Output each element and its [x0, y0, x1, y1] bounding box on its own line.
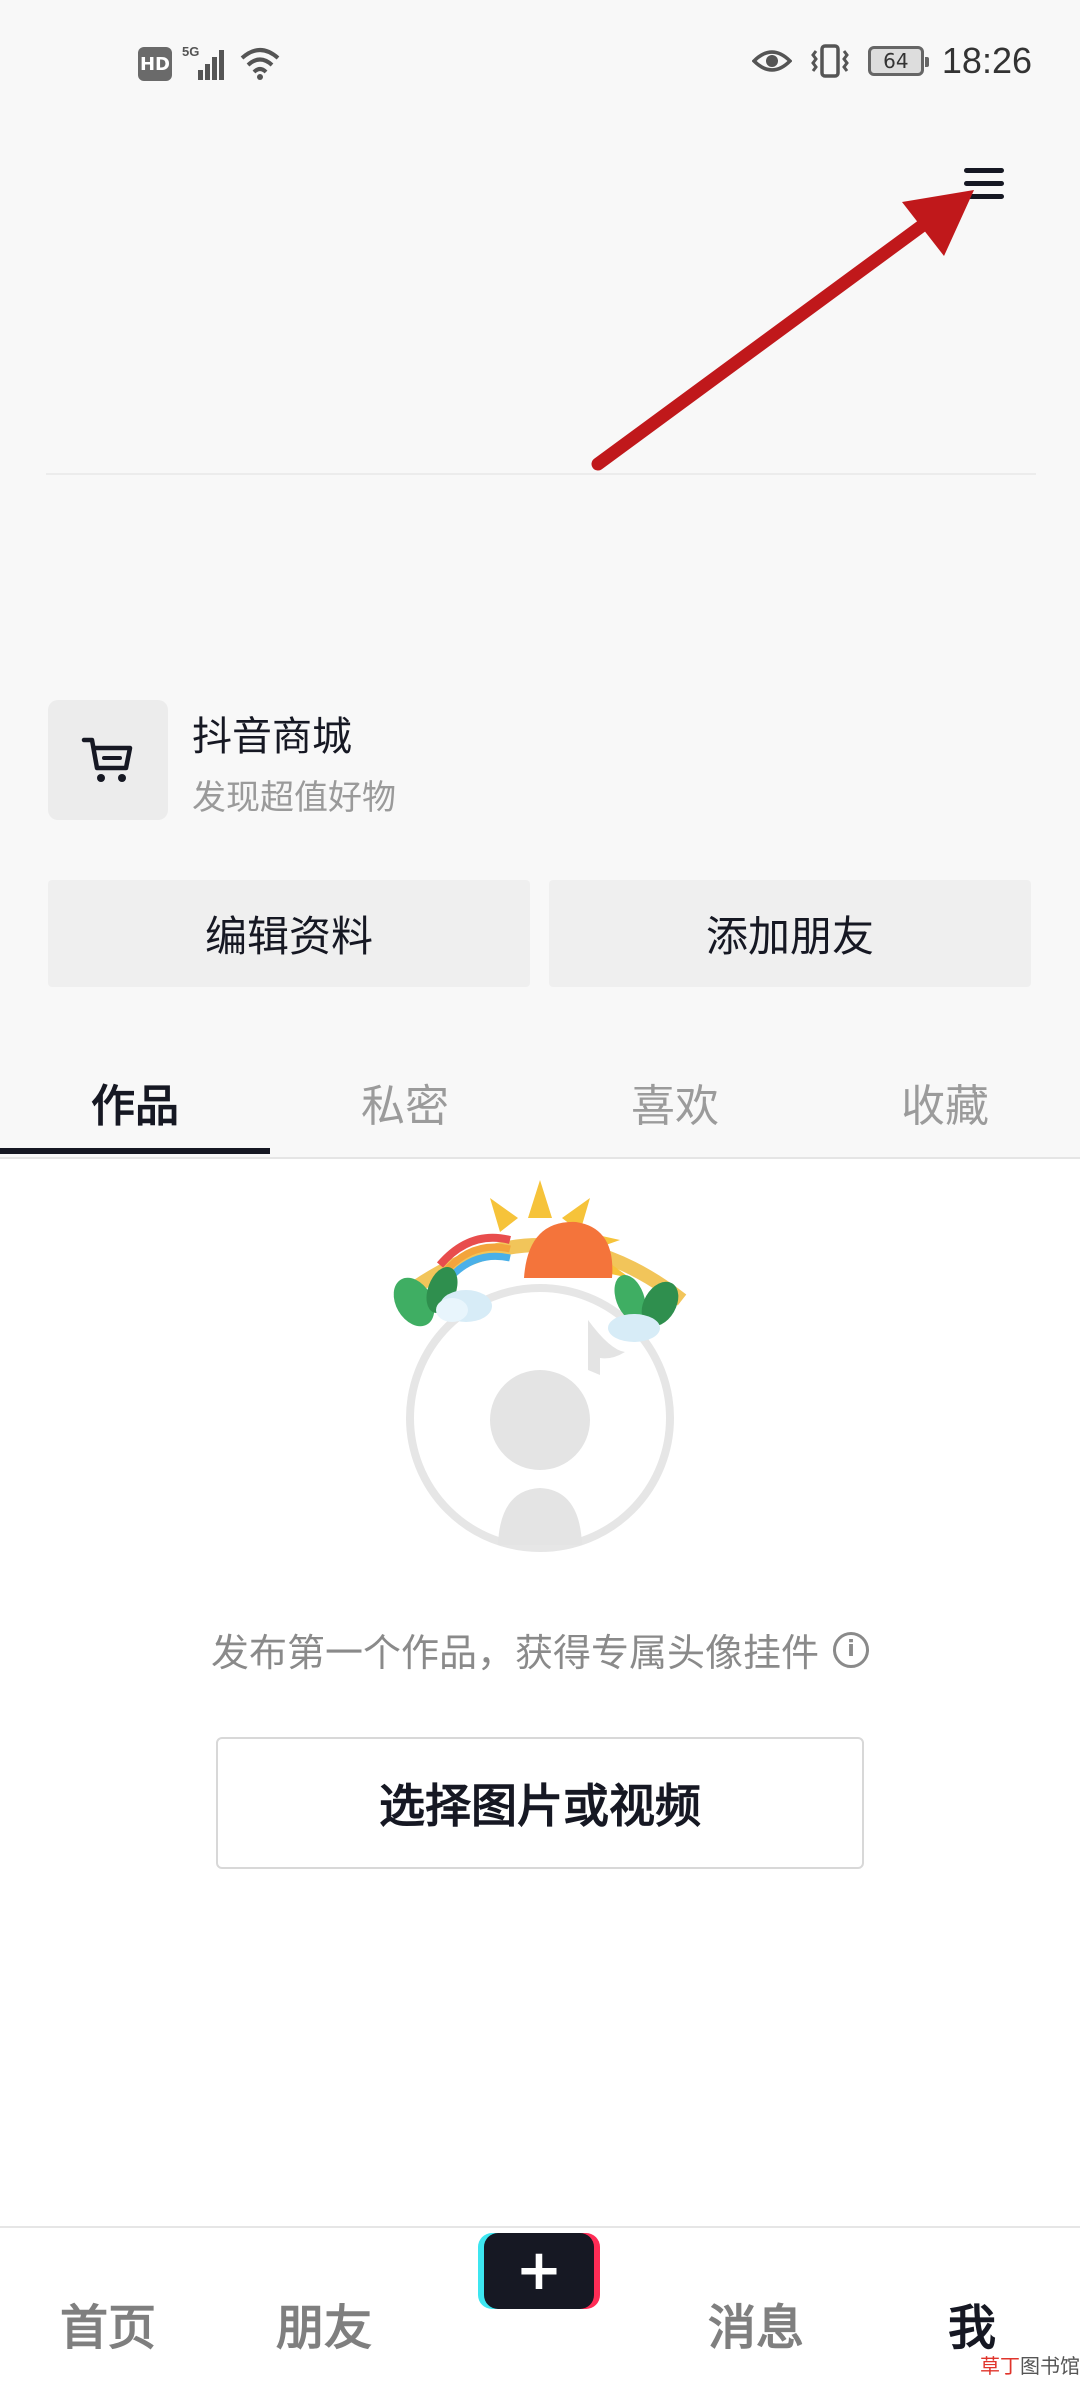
network-type: 5G	[182, 44, 199, 59]
create-button[interactable]: +	[478, 2233, 600, 2309]
status-left: HD 5G	[138, 44, 282, 84]
menu-icon[interactable]	[960, 164, 1008, 204]
battery-icon: 64	[867, 46, 929, 76]
shop-entry[interactable]: 抖音商城 发现超值好物	[48, 700, 1038, 820]
nav-me[interactable]: 我	[892, 2288, 1052, 2358]
signal-icon: 5G	[182, 44, 224, 80]
status-right: 64 18:26	[751, 40, 1032, 82]
menu-line-middle	[964, 181, 1004, 186]
watermark-part1: 草丁	[980, 2354, 1020, 2378]
profile-tabs: 作品 私密 喜欢 收藏	[0, 1060, 1080, 1156]
plus-icon: +	[515, 2238, 563, 2303]
shop-subtitle: 发现超值好物	[192, 778, 396, 818]
avatar-pendant-illustration	[393, 1180, 687, 1552]
menu-line-top	[964, 168, 1004, 173]
eye-icon	[751, 50, 792, 72]
hd-badge: HD	[138, 47, 172, 81]
profile-page: HD 5G 64 18:26 抖音商城 发现超值好物 编辑资料 添加朋友 作品 …	[0, 0, 1080, 2400]
avatar-head	[490, 1370, 590, 1470]
tab-works[interactable]: 作品	[0, 1070, 270, 1134]
create-button-face: +	[484, 2233, 594, 2309]
status-time: 18:26	[941, 40, 1032, 81]
choose-media-button[interactable]: 选择图片或视频	[216, 1737, 864, 1869]
nav-friends[interactable]: 朋友	[244, 2288, 404, 2358]
shop-title: 抖音商城	[192, 714, 352, 760]
wifi-icon	[240, 48, 280, 80]
menu-line-bottom	[964, 194, 1004, 199]
watermark-part2: 图书馆	[1020, 2354, 1080, 2378]
info-icon[interactable]: i	[833, 1631, 869, 1668]
header-divider	[46, 473, 1036, 475]
watermark: 草丁图书馆	[980, 2350, 1080, 2379]
empty-hint: 发布第一个作品，获得专属头像挂件 i	[0, 1622, 1080, 1677]
tab-favorites[interactable]: 收藏	[810, 1070, 1080, 1134]
shopping-cart-icon	[81, 737, 133, 782]
edit-profile-button[interactable]: 编辑资料	[48, 880, 530, 987]
vibrate-icon	[811, 44, 849, 78]
shop-icon-box	[48, 700, 168, 820]
active-tab-indicator	[0, 1148, 270, 1154]
tab-private[interactable]: 私密	[270, 1070, 540, 1134]
sun-icon	[490, 1180, 630, 1278]
status-bar: HD 5G 64 18:26	[0, 0, 1080, 130]
add-friend-button[interactable]: 添加朋友	[549, 880, 1031, 987]
nav-messages[interactable]: 消息	[676, 2288, 836, 2358]
nav-home[interactable]: 首页	[28, 2288, 188, 2358]
tab-likes[interactable]: 喜欢	[540, 1070, 810, 1134]
empty-hint-text: 发布第一个作品，获得专属头像挂件	[210, 1631, 819, 1675]
